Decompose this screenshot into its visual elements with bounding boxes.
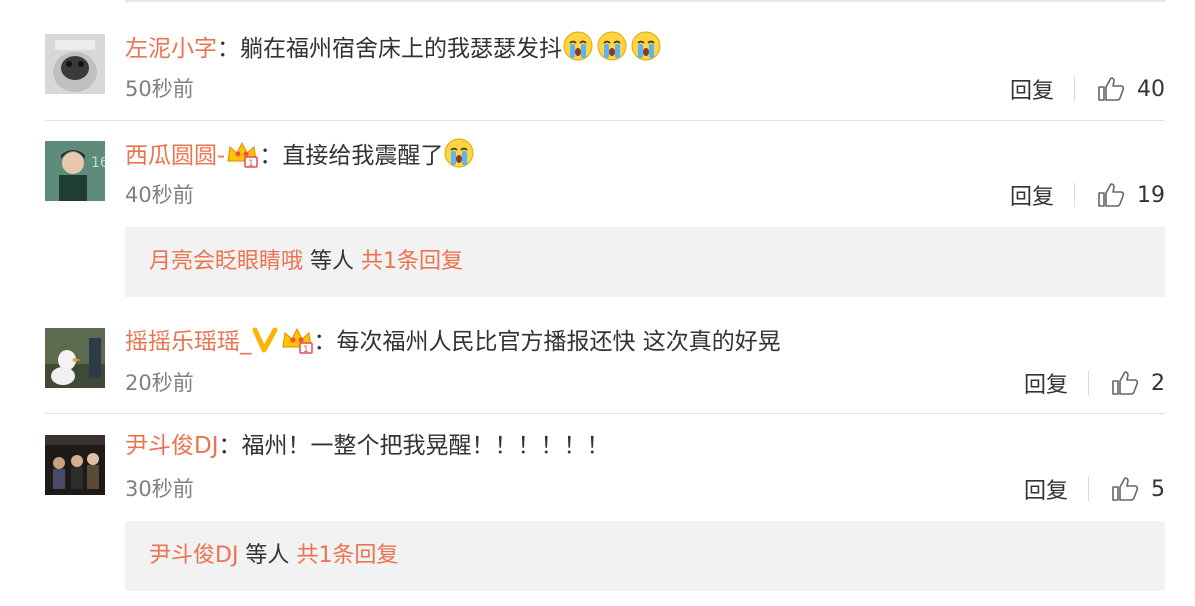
comment-username[interactable]: 左泥小字 [125, 36, 217, 62]
comment-text: 每次福州人民比官方播报还快 这次真的好晃 [336, 329, 781, 355]
reply-button[interactable]: 回复 [1010, 179, 1054, 211]
user-avatar[interactable] [45, 435, 105, 495]
thumbs-up-icon [1098, 183, 1125, 207]
crying-emoji-icon [562, 30, 594, 62]
comment-time: 30秒前 [125, 477, 194, 501]
reply-others-label: 等人 [238, 543, 297, 568]
comment-time: 40秒前 [125, 183, 194, 207]
reply-count-link[interactable]: 共1条回复 [361, 249, 463, 274]
svg-text:1: 1 [303, 345, 309, 355]
like-count: 2 [1151, 370, 1165, 396]
svg-text:16: 16 [91, 155, 105, 171]
user-avatar[interactable]: 16 [45, 141, 105, 201]
user-avatar[interactable] [45, 34, 105, 94]
like-button[interactable]: 40 [1097, 76, 1165, 102]
reply-username[interactable]: 尹斗俊DJ [149, 543, 238, 568]
comment-actions: 回复 2 [1024, 367, 1165, 399]
comment-actions: 回复 19 [1010, 179, 1165, 211]
like-button[interactable]: 2 [1111, 370, 1165, 396]
colon: ： [259, 143, 283, 169]
action-separator [1088, 371, 1089, 395]
user-avatar[interactable] [45, 328, 105, 388]
crying-emoji-icon [443, 137, 475, 169]
like-count: 40 [1137, 76, 1165, 102]
comment-time: 20秒前 [125, 371, 194, 395]
comment-actions: 回复 5 [1024, 473, 1165, 505]
like-button[interactable]: 19 [1097, 182, 1165, 208]
crown-member-icon: 1 [225, 139, 259, 177]
thumbs-up-icon [1112, 477, 1139, 501]
colon: ： [218, 433, 242, 459]
reply-others-label: 等人 [303, 249, 362, 274]
comment-actions: 回复 40 [1010, 73, 1165, 105]
thumbs-up-icon [1112, 371, 1139, 395]
top-divider [125, 0, 1165, 2]
verified-v-icon [252, 325, 280, 363]
action-separator [1074, 183, 1075, 207]
like-count: 19 [1137, 182, 1165, 208]
reply-button[interactable]: 回复 [1010, 73, 1054, 105]
comment-username[interactable]: 西瓜圆圆- [125, 143, 225, 169]
reply-count-link[interactable]: 共1条回复 [296, 543, 398, 568]
reply-username[interactable]: 月亮会眨眼睛哦 [149, 249, 303, 274]
comment-text: 福州！一整个把我晃醒！！！！！！ [241, 433, 610, 459]
thumbs-up-icon [1098, 77, 1125, 101]
svg-text:1: 1 [248, 159, 254, 169]
comment-username[interactable]: 摇摇乐瑶瑶_ [125, 329, 252, 355]
action-separator [1088, 477, 1089, 501]
colon: ： [217, 36, 240, 62]
crown-member-icon: 1 [280, 325, 314, 363]
like-button[interactable]: 5 [1111, 476, 1165, 502]
comment-divider [45, 413, 1165, 414]
reply-thread-summary[interactable]: 月亮会眨眼睛哦 等人 共1条回复 [125, 227, 1165, 297]
like-count: 5 [1151, 476, 1165, 502]
comment-divider [45, 120, 1165, 121]
comment-username[interactable]: 尹斗俊DJ [125, 433, 219, 459]
colon: ： [313, 329, 337, 355]
reply-thread-summary[interactable]: 尹斗俊DJ 等人 共1条回复 [125, 521, 1165, 591]
reply-button[interactable]: 回复 [1024, 473, 1068, 505]
action-separator [1074, 77, 1075, 101]
reply-button[interactable]: 回复 [1024, 367, 1068, 399]
comment-time: 50秒前 [125, 77, 194, 101]
comment-text: 直接给我震醒了 [282, 143, 444, 169]
crying-emoji-icon [630, 30, 662, 62]
crying-emoji-icon [596, 30, 628, 62]
comment-text: 躺在福州宿舍床上的我瑟瑟发抖 [240, 36, 562, 62]
